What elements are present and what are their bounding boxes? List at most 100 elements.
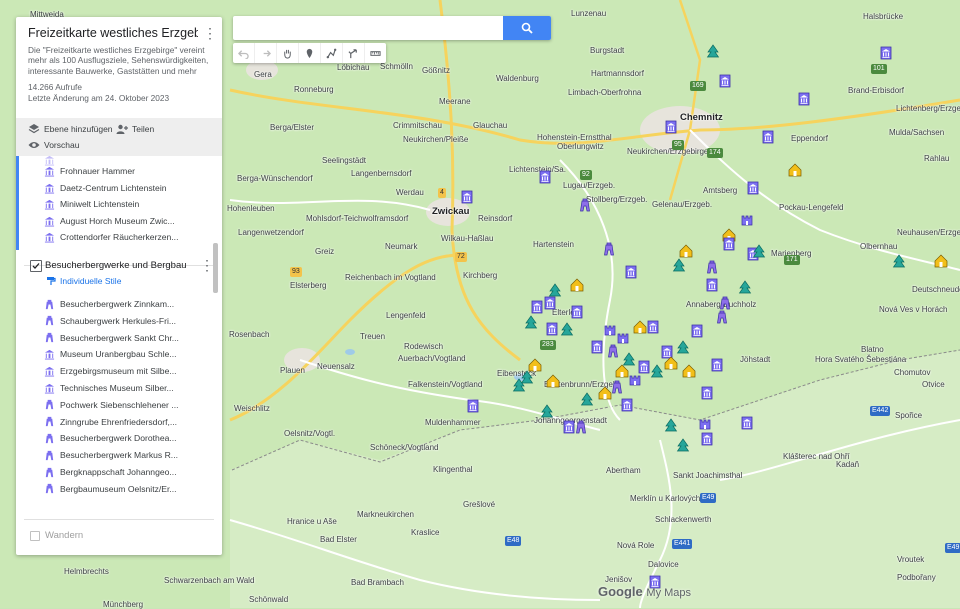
style-link[interactable]: Individuelle Stile [46, 276, 121, 286]
museum-marker-icon[interactable] [664, 120, 678, 134]
mine-marker-icon[interactable] [574, 420, 588, 434]
food-marker-icon[interactable] [546, 374, 560, 388]
museum-marker-icon[interactable] [718, 74, 732, 88]
layer-options-button[interactable]: ⋮ [200, 258, 214, 274]
mine-marker-icon[interactable] [718, 296, 732, 310]
nature-marker-icon[interactable] [892, 254, 906, 268]
museum-marker-icon[interactable] [460, 190, 474, 204]
museum-marker-icon[interactable] [797, 92, 811, 106]
add-marker-button[interactable] [299, 43, 321, 63]
food-marker-icon[interactable] [788, 163, 802, 177]
layer-visibility-checkbox[interactable] [30, 260, 42, 272]
food-marker-icon[interactable] [633, 320, 647, 334]
more-options-button[interactable]: ⋮ [203, 26, 217, 42]
castle-marker-icon[interactable] [698, 416, 712, 430]
museum-marker-icon[interactable] [620, 398, 634, 412]
layer-item[interactable]: Zinngrube Ehrenfriedersdorf,... [44, 414, 177, 430]
redo-button[interactable] [255, 43, 277, 63]
museum-marker-icon[interactable] [530, 300, 544, 314]
museum-marker-icon[interactable] [624, 265, 638, 279]
search-button[interactable] [503, 16, 551, 40]
mine-marker-icon[interactable] [578, 198, 592, 212]
museum-marker-icon[interactable] [746, 181, 760, 195]
layer-item[interactable]: Crottendorfer Räucherkerzen... [44, 229, 178, 245]
layer-item[interactable]: Besucherbergwerk Zinnkam... [44, 296, 174, 312]
nature-marker-icon[interactable] [664, 418, 678, 432]
museum-marker-icon[interactable] [538, 170, 552, 184]
castle-marker-icon[interactable] [603, 322, 617, 336]
food-marker-icon[interactable] [615, 364, 629, 378]
layer-item[interactable]: Technisches Museum Silber... [44, 380, 174, 396]
nature-marker-icon[interactable] [650, 364, 664, 378]
panel-scrollbar[interactable] [213, 243, 218, 293]
food-marker-icon[interactable] [598, 386, 612, 400]
museum-marker-icon[interactable] [722, 237, 736, 251]
mine-marker-icon[interactable] [715, 310, 729, 324]
preview-button[interactable]: Vorschau [28, 139, 79, 151]
museum-marker-icon[interactable] [700, 432, 714, 446]
nature-marker-icon[interactable] [738, 280, 752, 294]
measure-button[interactable] [365, 43, 386, 63]
layer-item[interactable]: Besucherbergwerk Sankt Chr... [44, 330, 179, 346]
nature-marker-icon[interactable] [676, 340, 690, 354]
layer-item[interactable]: Museum Uranbergbau Schle... [44, 346, 177, 362]
nature-marker-icon[interactable] [752, 244, 766, 258]
directions-button[interactable] [343, 43, 365, 63]
layer-item[interactable]: Bergbaumuseum Oelsnitz/Er... [44, 481, 177, 497]
layer-item[interactable]: August Horch Museum Zwic... [44, 213, 175, 229]
layer-item[interactable]: Besucherbergwerk Markus R... [44, 447, 178, 463]
mine-marker-icon[interactable] [705, 260, 719, 274]
nature-marker-icon[interactable] [512, 378, 526, 392]
food-marker-icon[interactable] [570, 278, 584, 292]
food-marker-icon[interactable] [679, 244, 693, 258]
museum-marker-icon[interactable] [590, 340, 604, 354]
museum-marker-icon[interactable] [690, 324, 704, 338]
add-layer-button[interactable]: Ebene hinzufügen [28, 123, 113, 135]
layer-visibility-checkbox[interactable] [30, 531, 40, 541]
museum-marker-icon[interactable] [466, 399, 480, 413]
museum-marker-icon[interactable] [879, 46, 893, 60]
draw-line-button[interactable] [321, 43, 343, 63]
museum-marker-icon[interactable] [761, 130, 775, 144]
castle-marker-icon[interactable] [616, 330, 630, 344]
mine-marker-icon[interactable] [602, 242, 616, 256]
layer-item[interactable]: Daetz-Centrum Lichtenstein [44, 180, 167, 196]
nature-marker-icon[interactable] [524, 315, 538, 329]
castle-marker-icon[interactable] [628, 372, 642, 386]
nature-marker-icon[interactable] [548, 283, 562, 297]
museum-marker-icon[interactable] [570, 305, 584, 319]
layer-item[interactable]: Pochwerk Siebenschlehener ... [44, 397, 178, 413]
layer-item[interactable]: Besucherbergwerk Dorothea... [44, 430, 177, 446]
layer-item[interactable]: Frohnauer Hammer [44, 163, 135, 179]
layer-title[interactable]: Wandern [45, 530, 83, 541]
museum-marker-icon[interactable] [545, 322, 559, 336]
layer-item[interactable]: Bergknappschaft Johanngeo... [44, 464, 177, 480]
castle-marker-icon[interactable] [740, 212, 754, 226]
museum-marker-icon[interactable] [543, 296, 557, 310]
museum-marker-icon[interactable] [646, 320, 660, 334]
map-description[interactable]: Die "Freizeitkarte westliches Erzgebirge… [28, 45, 210, 76]
mine-marker-icon[interactable] [606, 344, 620, 358]
nature-marker-icon[interactable] [540, 404, 554, 418]
layer-title[interactable]: Besucherbergwerke und Bergbau [45, 260, 187, 271]
food-marker-icon[interactable] [934, 254, 948, 268]
share-button[interactable]: Teilen [116, 123, 154, 135]
food-marker-icon[interactable] [664, 356, 678, 370]
map-title[interactable]: Freizeitkarte westliches Erzgebir... [28, 26, 198, 40]
museum-marker-icon[interactable] [700, 386, 714, 400]
layer-item[interactable]: Miniwelt Lichtenstein [44, 196, 139, 212]
undo-button[interactable] [233, 43, 255, 63]
layer-item[interactable]: Schaubergwerk Herkules-Fri... [44, 313, 176, 329]
nature-marker-icon[interactable] [676, 438, 690, 452]
pan-button[interactable] [277, 43, 299, 63]
nature-marker-icon[interactable] [560, 322, 574, 336]
nature-marker-icon[interactable] [580, 392, 594, 406]
mine-marker-icon[interactable] [610, 380, 624, 394]
nature-marker-icon[interactable] [672, 258, 686, 272]
layer-item[interactable]: Erzgebirgsmuseum mit Silbe... [44, 363, 177, 379]
museum-marker-icon[interactable] [705, 278, 719, 292]
food-marker-icon[interactable] [682, 364, 696, 378]
museum-marker-icon[interactable] [740, 416, 754, 430]
museum-marker-icon[interactable] [710, 358, 724, 372]
nature-marker-icon[interactable] [706, 44, 720, 58]
